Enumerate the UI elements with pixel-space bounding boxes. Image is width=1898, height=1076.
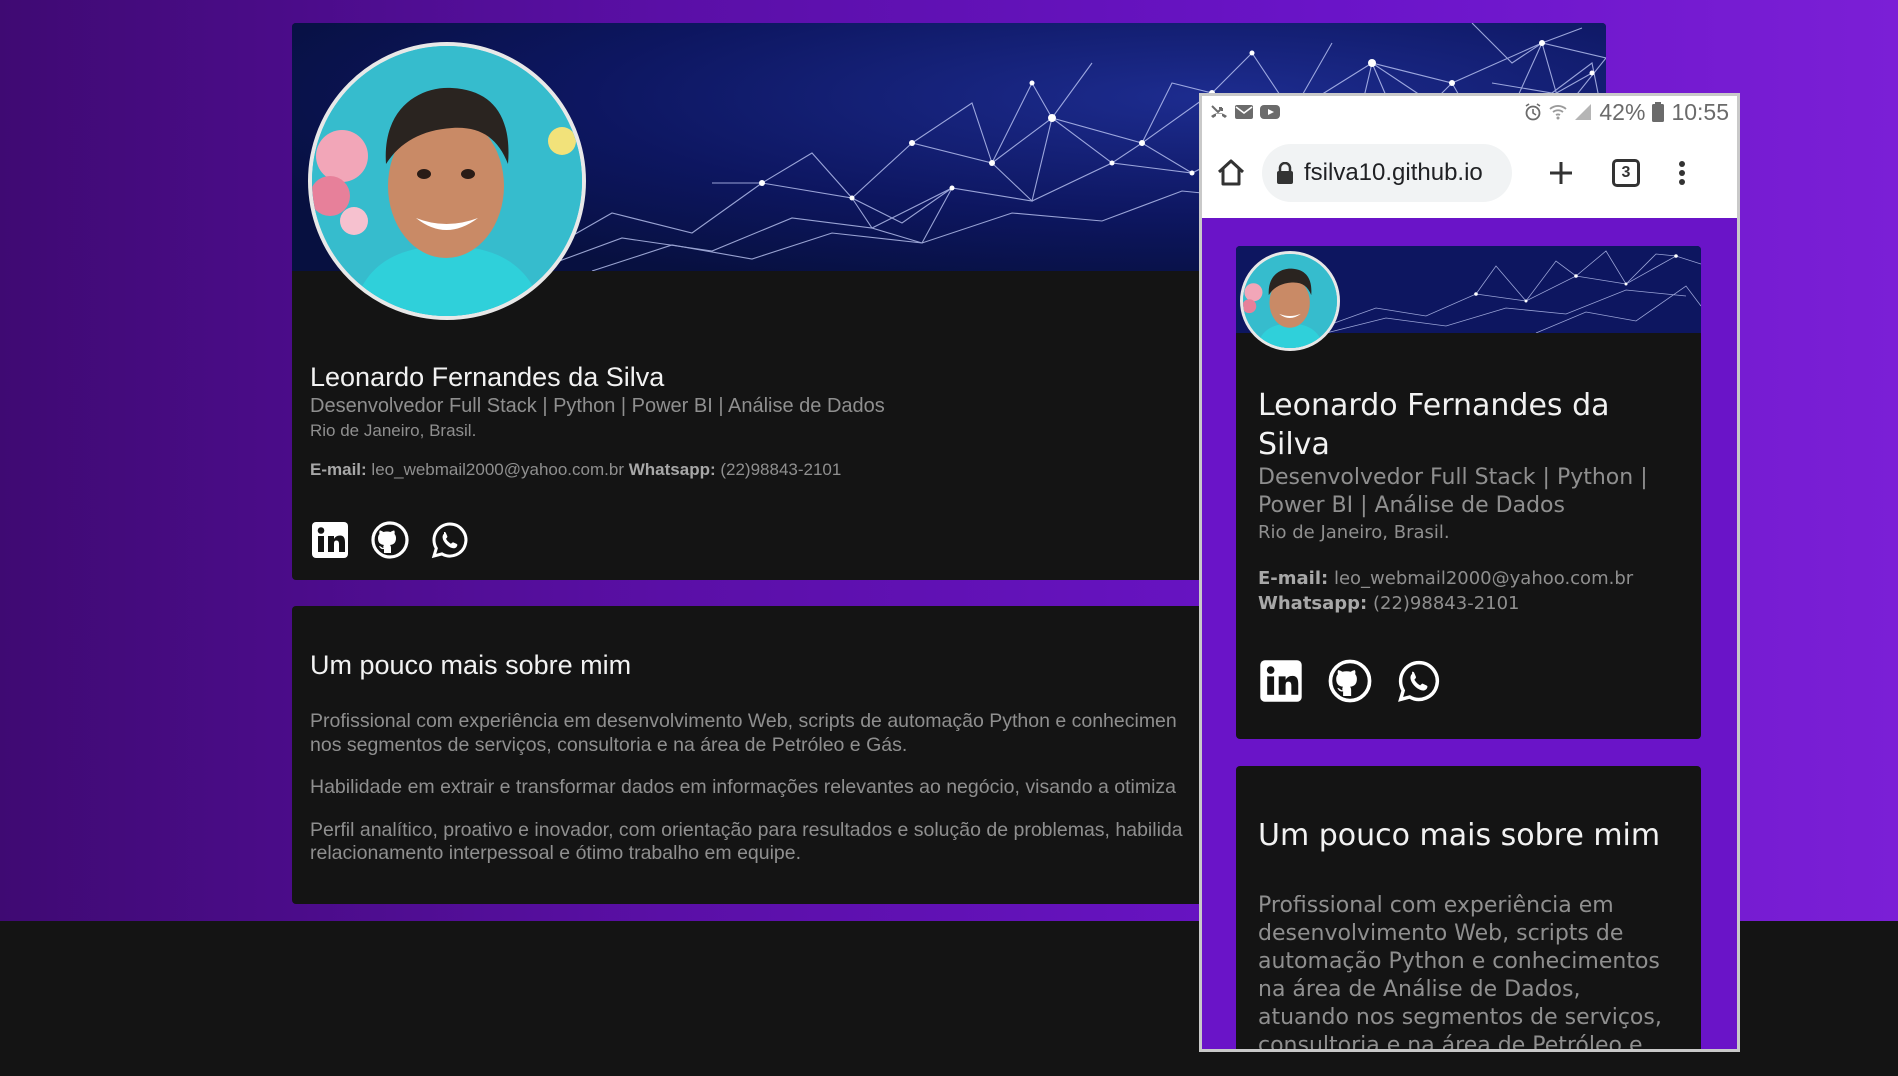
- mobile-screenshot: 42% 10:55 fsilva10.github.io 3 Leonardo …: [1199, 93, 1740, 1052]
- battery-percent: 42%: [1599, 98, 1646, 125]
- youtube-icon: [1260, 105, 1280, 119]
- profile-location: Rio de Janeiro, Brasil.: [310, 421, 477, 440]
- profile-info: Leonardo Fernandes da Silva Desenvolvedo…: [1258, 386, 1678, 616]
- profile-title: Desenvolvedor Full Stack | Python | Powe…: [1258, 465, 1648, 518]
- wifi-icon: [1549, 105, 1567, 120]
- home-icon[interactable]: [1214, 156, 1248, 190]
- whatsapp-icon[interactable]: [430, 520, 470, 560]
- about-heading: Um pouco mais sobre mim: [310, 650, 632, 680]
- mail-icon: [1235, 105, 1253, 119]
- address-bar[interactable]: fsilva10.github.io: [1262, 144, 1512, 202]
- avatar: [308, 42, 586, 320]
- lock-icon: [1277, 162, 1293, 184]
- alarm-icon: [1525, 103, 1541, 121]
- linkedin-icon[interactable]: [1258, 658, 1304, 704]
- browser-toolbar: fsilva10.github.io 3: [1202, 128, 1737, 218]
- email-label: E-mail:: [1258, 568, 1329, 589]
- contact-line: E-mail: leo_webmail2000@yahoo.com.br Wha…: [310, 458, 1210, 482]
- whatsapp-label: Whatsapp:: [628, 460, 716, 479]
- missed-call-icon: [1211, 105, 1227, 118]
- whatsapp-value: (22)98843-2101: [720, 460, 842, 479]
- email-value: leo_webmail2000@yahoo.com.br: [371, 460, 624, 479]
- new-tab-icon[interactable]: [1544, 156, 1578, 190]
- github-icon[interactable]: [1327, 658, 1373, 704]
- menu-icon[interactable]: [1672, 156, 1692, 190]
- github-icon[interactable]: [370, 520, 410, 560]
- whatsapp-icon[interactable]: [1396, 658, 1442, 704]
- contact-info: E-mail: leo_webmail2000@yahoo.com.br Wha…: [1258, 566, 1678, 616]
- about-paragraph: Profissional com experiência em desenvol…: [1258, 893, 1662, 1052]
- whatsapp-value: (22)98843-2101: [1372, 593, 1520, 614]
- tab-switcher-button[interactable]: 3: [1612, 159, 1640, 187]
- linkedin-icon[interactable]: [310, 520, 350, 560]
- profile-name: Leonardo Fernandes da Silva: [310, 362, 665, 392]
- social-links: [1258, 658, 1442, 704]
- about-heading: Um pouco mais sobre mim: [1258, 818, 1661, 853]
- whatsapp-label: Whatsapp:: [1258, 593, 1368, 614]
- battery-icon: [1652, 102, 1665, 122]
- profile-title: Desenvolvedor Full Stack | Python | Powe…: [310, 395, 885, 417]
- signal-icon: [1575, 104, 1592, 120]
- clock: 10:55: [1671, 98, 1729, 125]
- email-value: leo_webmail2000@yahoo.com.br: [1333, 568, 1634, 589]
- avatar: [1240, 251, 1340, 351]
- mobile-about-card: Um pouco mais sobre mim Profissional com…: [1236, 766, 1701, 1052]
- profile-location: Rio de Janeiro, Brasil.: [1258, 522, 1450, 543]
- url-text: fsilva10.github.io: [1304, 159, 1483, 186]
- social-links: [310, 520, 470, 560]
- profile-name: Leonardo Fernandes da Silva: [1258, 388, 1610, 462]
- email-label: E-mail:: [310, 460, 367, 479]
- status-bar: 42% 10:55: [1202, 96, 1737, 128]
- profile-info: Leonardo Fernandes da Silva Desenvolvedo…: [310, 361, 1210, 482]
- mobile-profile-card: Leonardo Fernandes da Silva Desenvolvedo…: [1236, 246, 1701, 739]
